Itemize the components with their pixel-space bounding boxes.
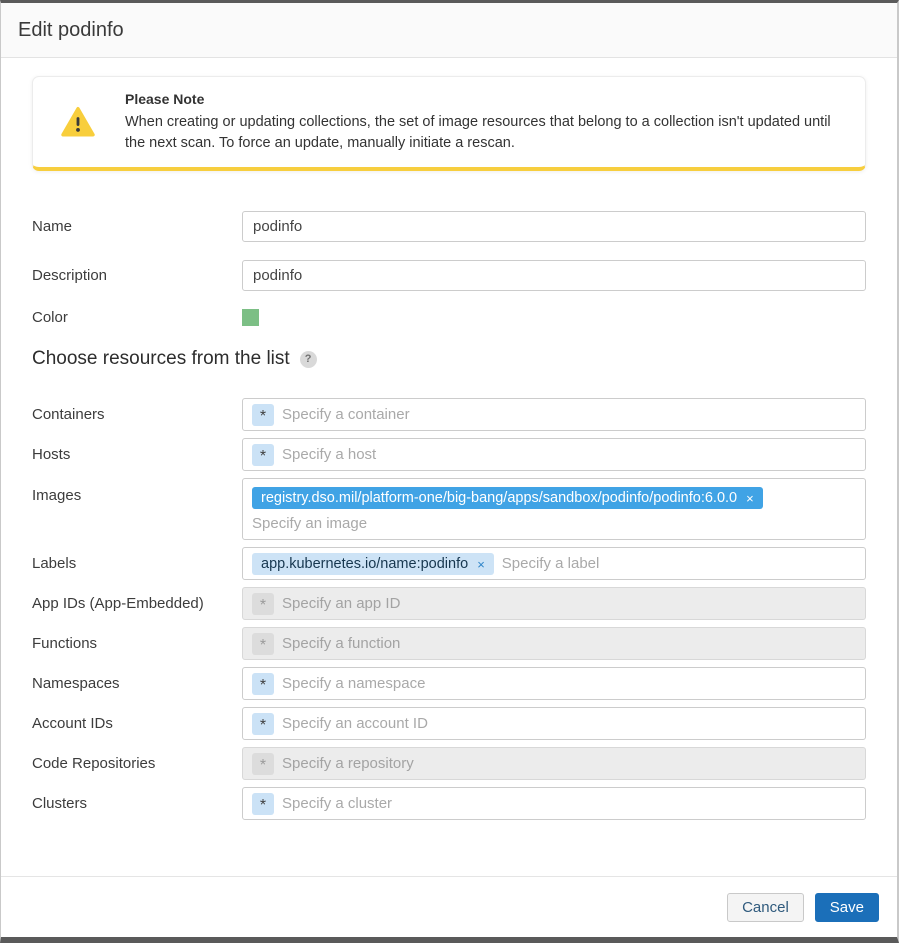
- asterisk-icon: *: [252, 713, 274, 735]
- namespaces-input[interactable]: * Specify a namespace: [242, 667, 866, 700]
- code-repositories-label: Code Repositories: [32, 755, 242, 772]
- cancel-button[interactable]: Cancel: [727, 893, 804, 922]
- name-label: Name: [32, 218, 242, 235]
- resources-section-heading: Choose resources from the list ?: [32, 348, 866, 370]
- images-row: Images registry.dso.mil/platform-one/big…: [32, 478, 866, 540]
- hosts-row: Hosts * Specify a host: [32, 438, 866, 471]
- color-row: Color: [32, 309, 866, 326]
- asterisk-icon: *: [252, 673, 274, 695]
- labels-row: Labels app.kubernetes.io/name:podinfo × …: [32, 547, 866, 580]
- please-note-banner: Please Note When creating or updating co…: [32, 76, 866, 171]
- image-tag: registry.dso.mil/platform-one/big-bang/a…: [252, 487, 763, 509]
- warning-triangle-icon: [60, 105, 96, 139]
- images-placeholder: Specify an image: [252, 515, 367, 532]
- note-title: Please Note: [125, 89, 845, 110]
- note-body: When creating or updating collections, t…: [125, 112, 845, 154]
- note-text: Please Note When creating or updating co…: [125, 89, 845, 154]
- functions-placeholder: Specify a function: [282, 635, 400, 652]
- account-ids-input[interactable]: * Specify an account ID: [242, 707, 866, 740]
- images-input[interactable]: registry.dso.mil/platform-one/big-bang/a…: [242, 478, 866, 540]
- clusters-input[interactable]: * Specify a cluster: [242, 787, 866, 820]
- functions-input: * Specify a function: [242, 627, 866, 660]
- asterisk-icon: *: [252, 404, 274, 426]
- containers-label: Containers: [32, 406, 242, 423]
- clusters-row: Clusters * Specify a cluster: [32, 787, 866, 820]
- namespaces-placeholder: Specify a namespace: [282, 675, 425, 692]
- help-icon[interactable]: ?: [300, 351, 317, 368]
- code-repositories-placeholder: Specify a repository: [282, 755, 414, 772]
- resources-heading-text: Choose resources from the list: [32, 348, 290, 370]
- clusters-placeholder: Specify a cluster: [282, 795, 392, 812]
- labels-placeholder: Specify a label: [502, 555, 600, 572]
- asterisk-icon: *: [252, 753, 274, 775]
- hosts-label: Hosts: [32, 446, 242, 463]
- namespaces-label: Namespaces: [32, 675, 242, 692]
- account-ids-placeholder: Specify an account ID: [282, 715, 428, 732]
- app-ids-placeholder: Specify an app ID: [282, 595, 400, 612]
- clusters-label: Clusters: [32, 795, 242, 812]
- app-ids-input: * Specify an app ID: [242, 587, 866, 620]
- remove-label-tag-icon[interactable]: ×: [477, 557, 485, 571]
- save-button[interactable]: Save: [815, 893, 879, 922]
- name-row: Name: [32, 211, 866, 242]
- description-label: Description: [32, 267, 242, 284]
- functions-row: Functions * Specify a function: [32, 627, 866, 660]
- asterisk-icon: *: [252, 444, 274, 466]
- label-tag: app.kubernetes.io/name:podinfo ×: [252, 553, 494, 575]
- hosts-input[interactable]: * Specify a host: [242, 438, 866, 471]
- color-swatch[interactable]: [242, 309, 259, 326]
- dialog-footer: Cancel Save: [1, 876, 897, 937]
- code-repositories-row: Code Repositories * Specify a repository: [32, 747, 866, 780]
- account-ids-label: Account IDs: [32, 715, 242, 732]
- hosts-placeholder: Specify a host: [282, 446, 376, 463]
- description-row: Description: [32, 260, 866, 291]
- asterisk-icon: *: [252, 633, 274, 655]
- dialog-body: Please Note When creating or updating co…: [1, 58, 897, 876]
- asterisk-icon: *: [252, 793, 274, 815]
- app-ids-row: App IDs (App-Embedded) * Specify an app …: [32, 587, 866, 620]
- containers-row: Containers * Specify a container: [32, 398, 866, 431]
- color-label: Color: [32, 309, 242, 326]
- remove-image-tag-icon[interactable]: ×: [746, 491, 754, 505]
- functions-label: Functions: [32, 635, 242, 652]
- label-tag-text: app.kubernetes.io/name:podinfo: [261, 556, 468, 572]
- asterisk-icon: *: [252, 593, 274, 615]
- description-input[interactable]: [242, 260, 866, 291]
- namespaces-row: Namespaces * Specify a namespace: [32, 667, 866, 700]
- labels-label: Labels: [32, 555, 242, 572]
- account-ids-row: Account IDs * Specify an account ID: [32, 707, 866, 740]
- containers-input[interactable]: * Specify a container: [242, 398, 866, 431]
- app-ids-label: App IDs (App-Embedded): [32, 595, 242, 612]
- dialog-header: Edit podinfo: [1, 3, 897, 58]
- image-tag-text: registry.dso.mil/platform-one/big-bang/a…: [261, 490, 737, 506]
- images-label: Images: [32, 487, 242, 504]
- labels-input[interactable]: app.kubernetes.io/name:podinfo × Specify…: [242, 547, 866, 580]
- containers-placeholder: Specify a container: [282, 406, 410, 423]
- edit-collection-dialog: Edit podinfo Please Note When creating o…: [0, 0, 899, 943]
- name-input[interactable]: [242, 211, 866, 242]
- code-repositories-input: * Specify a repository: [242, 747, 866, 780]
- page-title: Edit podinfo: [18, 19, 124, 42]
